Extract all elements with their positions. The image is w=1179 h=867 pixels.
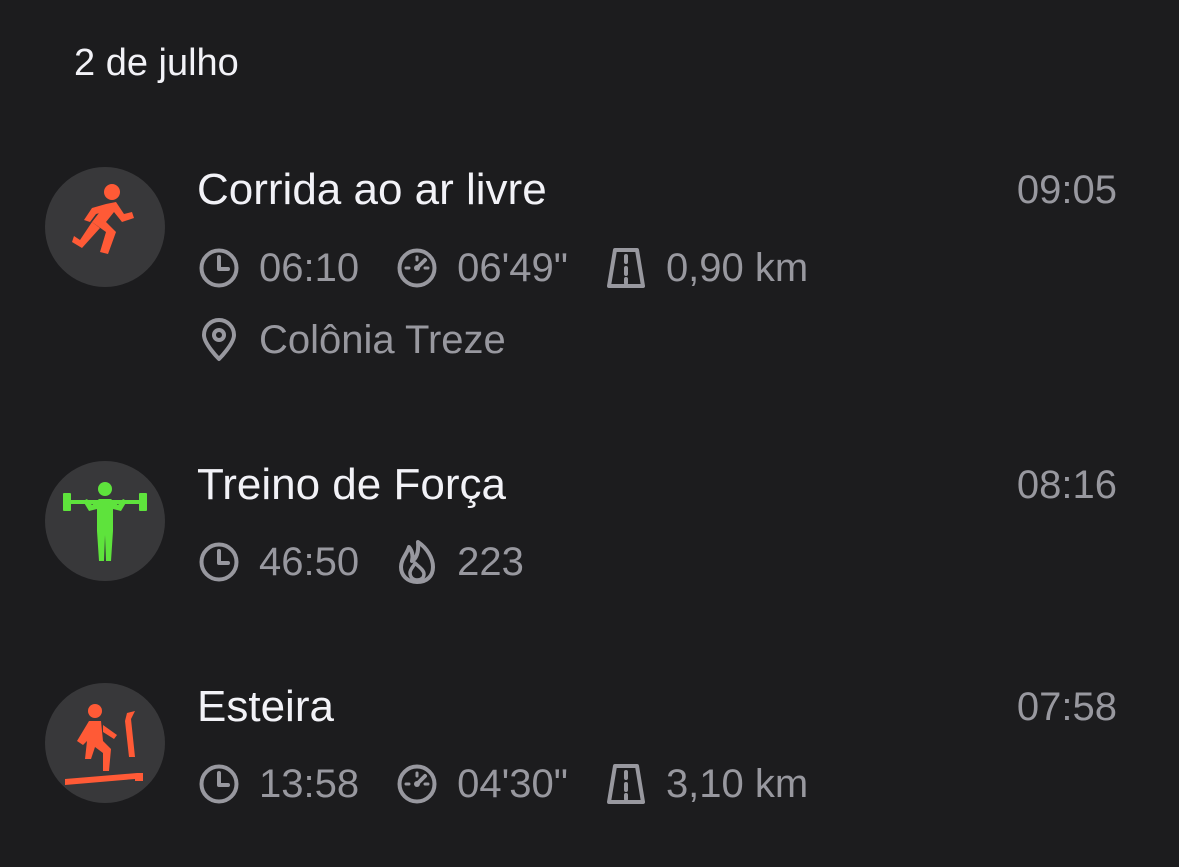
clock-icon	[197, 762, 241, 806]
road-icon	[604, 246, 648, 290]
workout-title: Treino de Força	[197, 460, 506, 509]
location-pin-icon	[197, 318, 241, 362]
distance-value: 3,10 km	[665, 762, 809, 806]
pace-metric: 06'49"	[395, 240, 568, 296]
pace-value: 06'49"	[457, 246, 568, 290]
workout-title: Corrida ao ar livre	[197, 165, 547, 214]
duration-metric: 13:58	[197, 756, 359, 812]
workout-title: Esteira	[197, 682, 334, 731]
workout-metrics: 46:50 223	[197, 534, 560, 590]
duration-metric: 46:50	[197, 534, 359, 590]
running-person-icon	[72, 184, 134, 254]
workout-avatar	[45, 683, 165, 803]
speedometer-icon	[395, 246, 439, 290]
workout-avatar	[45, 167, 165, 287]
duration-metric: 06:10	[197, 240, 359, 296]
duration-value: 06:10	[259, 246, 360, 290]
distance-metric: 3,10 km	[604, 756, 808, 812]
calories-value: 223	[457, 540, 524, 584]
workout-metrics: 13:58 04'30" 3,10 km	[197, 756, 844, 812]
distance-value: 0,90 km	[665, 246, 809, 290]
date-header: 2 de julho	[74, 42, 239, 84]
workout-start-time: 07:58	[1016, 685, 1117, 729]
calories-metric: 223	[395, 534, 524, 590]
workout-avatar	[45, 461, 165, 581]
distance-metric: 0,90 km	[604, 240, 808, 296]
workout-start-time: 08:16	[1016, 463, 1117, 507]
pace-metric: 04'30"	[395, 756, 568, 812]
road-icon	[604, 762, 648, 806]
workout-item-run[interactable]: Corrida ao ar livre 09:05 06:10 06'49" 0…	[0, 160, 1179, 362]
flame-icon	[395, 540, 439, 584]
location-row: Colônia Treze	[197, 312, 506, 368]
location-value: Colônia Treze	[259, 318, 506, 362]
duration-value: 13:58	[259, 762, 360, 806]
duration-value: 46:50	[259, 540, 360, 584]
treadmill-icon	[65, 704, 143, 785]
workout-item-treadmill[interactable]: Esteira 07:58 13:58 04'30" 3,10 km	[0, 677, 1179, 867]
workout-item-strength[interactable]: Treino de Força 08:16 46:50 223	[0, 455, 1179, 645]
weightlifting-icon	[63, 482, 147, 561]
clock-icon	[197, 540, 241, 584]
workout-metrics: 06:10 06'49" 0,90 km	[197, 240, 844, 296]
speedometer-icon	[395, 762, 439, 806]
pace-value: 04'30"	[457, 762, 568, 806]
clock-icon	[197, 246, 241, 290]
workout-start-time: 09:05	[1016, 168, 1117, 212]
